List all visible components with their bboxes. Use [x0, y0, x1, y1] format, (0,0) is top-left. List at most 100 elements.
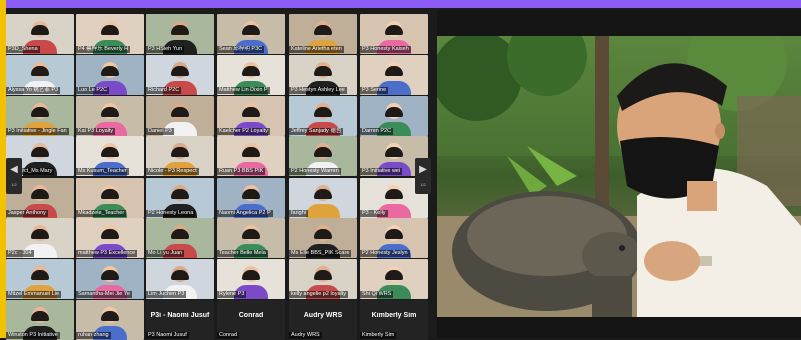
- participant-name-label: Daniel P3: [146, 128, 174, 135]
- gallery-view: P3D_Shena P4 蔡梓乐 Beverly H P3 HSieh Yun Sea…: [6, 10, 434, 340]
- participant-tile[interactable]: P3 Serine: [360, 55, 428, 95]
- participant-tile[interactable]: P3 HSieh Yun: [146, 14, 214, 54]
- participant-tile[interactable]: P2 Honesty Leona: [146, 178, 214, 218]
- tree-trunk: [595, 36, 609, 226]
- participant-name-label: Rylene P3: [217, 291, 247, 298]
- participant-tile[interactable]: Kai P3 Loyalty: [76, 96, 144, 136]
- participant-tile[interactable]: P3 Honesty Kaiseh: [360, 14, 428, 54]
- participant-tile[interactable]: Kimberly Sim Kimberly Sim: [360, 300, 428, 340]
- participant-hair: [171, 147, 189, 158]
- participant-tile[interactable]: Naomi Angelica P2 P: [217, 178, 285, 218]
- participant-hair: [171, 189, 189, 200]
- participant-name-label: P3 HSieh Yun: [146, 46, 185, 53]
- participant-name-label: Darren P2C: [360, 128, 394, 135]
- gallery-prev-button[interactable]: ◀ 1/2: [6, 158, 22, 194]
- participant-hair: [314, 147, 332, 158]
- speaker-header: [437, 10, 801, 36]
- participant-display-name: Audry WRS: [303, 312, 343, 319]
- participant-tile[interactable]: Alyssa Yo 姚艺菲 P3: [6, 55, 74, 95]
- participant-tile[interactable]: Kateline Arietha eten: [289, 14, 357, 54]
- participant-name-label: Matthew Lin Dixin P: [217, 87, 270, 94]
- participant-tile[interactable]: ruhan zhang: [76, 300, 144, 340]
- active-speaker-video[interactable]: [437, 36, 801, 317]
- participant-name-label: Shi Qi WRS: [360, 291, 394, 298]
- gallery-next-button[interactable]: ▶ 1/2: [415, 158, 431, 194]
- participant-tile[interactable]: P4 蔡梓乐 Beverly H: [76, 14, 144, 54]
- speaker-footer: [437, 317, 801, 338]
- participant-tile[interactable]: Rylene P3: [217, 259, 285, 299]
- participant-tile[interactable]: Mo Li yu Juan: [146, 218, 214, 258]
- participant-tile[interactable]: Luo Le P2C: [76, 55, 144, 95]
- participant-tile[interactable]: Mitzel Emmanuel Lie: [6, 259, 74, 299]
- participant-hair: [31, 229, 49, 240]
- participant-hair: [385, 229, 403, 240]
- participant-hair: [242, 107, 260, 118]
- participant-hair: [385, 66, 403, 77]
- participant-name-label: Kateline Arietha eten: [289, 46, 344, 53]
- participant-hair: [101, 270, 119, 281]
- participant-tile[interactable]: Mkadzele_Teacher: [76, 178, 144, 218]
- participant-hair: [31, 311, 49, 322]
- participant-hair: [242, 229, 260, 240]
- participant-tile[interactable]: P2 Honesty Warren: [289, 136, 357, 176]
- participant-tile[interactable]: Kaelcher P2 Loyalty: [217, 96, 285, 136]
- participant-name-label: Teacher Belle Mela: [217, 250, 268, 257]
- participant-tile[interactable]: matthew P3 Excellence: [76, 218, 144, 258]
- participant-tile[interactable]: fanghi: [289, 178, 357, 218]
- speaker-scene: [437, 36, 801, 317]
- gallery-page-label-right: 1/2: [420, 182, 426, 187]
- participant-hair: [31, 25, 49, 36]
- participant-hair: [242, 270, 260, 281]
- participant-tile[interactable]: P2c - 304: [6, 218, 74, 258]
- participant-tile[interactable]: Shi Qi WRS: [360, 259, 428, 299]
- participant-hair: [101, 147, 119, 158]
- participant-name-label: Ms Kusum_Teacher: [76, 168, 129, 175]
- participant-tile[interactable]: P3i - Naomi Jusuf P3 Naomi Jusuf: [146, 300, 214, 340]
- participant-tile[interactable]: Jeffrey Sanjady 德哲: [289, 96, 357, 136]
- participant-hair: [171, 66, 189, 77]
- participant-name-label: Luo Le P2C: [76, 87, 110, 94]
- participant-tile[interactable]: Audry WRS Audry WRS: [289, 300, 357, 340]
- participant-tile[interactable]: P2 Honesty Jeslyn: [360, 218, 428, 258]
- participant-name-label: P3 Honesty Kaiseh: [360, 46, 411, 53]
- participant-tile[interactable]: Daniel P3: [146, 96, 214, 136]
- participant-hair: [31, 189, 49, 200]
- participant-tile[interactable]: Winston P3 Initiative: [6, 300, 74, 340]
- participant-name-label: Kaelcher P2 Loyalty: [217, 128, 270, 135]
- participant-name-label: P3 Initiative wei: [360, 168, 403, 175]
- participant-tile[interactable]: Sean 邱梓明 P3C: [217, 14, 285, 54]
- participant-tile[interactable]: Matthew Lin Dixin P: [217, 55, 285, 95]
- participant-tile[interactable]: Ms Elle BBS_PIK Scare: [289, 218, 357, 258]
- participant-display-name: Kimberly Sim: [371, 312, 417, 319]
- participant-tile[interactable]: Samantha-Mei Jie Ye: [76, 259, 144, 299]
- participant-hair: [101, 311, 119, 322]
- participant-hair: [242, 189, 260, 200]
- participant-name-label: Ms Elle BBS_PIK Scare: [289, 250, 352, 257]
- participant-hair: [101, 25, 119, 36]
- chevron-left-icon: ◀: [10, 164, 18, 175]
- participant-tile[interactable]: Conrad Conrad: [217, 300, 285, 340]
- participant-hair: [242, 66, 260, 77]
- participant-tile[interactable]: kelly angelie p2 loyalty: [289, 259, 357, 299]
- participant-hair: [171, 270, 189, 281]
- participant-tile[interactable]: Ms Kusum_Teacher: [76, 136, 144, 176]
- participant-tile[interactable]: P3 Hestyn Ashley Lee: [289, 55, 357, 95]
- participant-name-label: P3 - Kelly: [360, 210, 388, 217]
- participant-tile[interactable]: Lim Juchen P3: [146, 259, 214, 299]
- participant-tile[interactable]: Teacher Belle Mela: [217, 218, 285, 258]
- participant-tile[interactable]: P3 Initiative - Jingle Fan: [6, 96, 74, 136]
- participant-hair: [242, 147, 260, 158]
- participant-name-label: Samantha-Mei Jie Ye: [76, 291, 132, 298]
- participant-name-label: Alyssa Yo 姚艺菲 P3: [6, 87, 61, 94]
- participant-hair: [101, 229, 119, 240]
- participant-tile[interactable]: Darren P2C: [360, 96, 428, 136]
- participant-tile[interactable]: P3D_Shena: [6, 14, 74, 54]
- participant-tile[interactable]: Nicole - P3 Respect: [146, 136, 214, 176]
- participant-name-label: Jasper Anthony: [6, 210, 48, 217]
- participant-tile[interactable]: Richard P2C: [146, 55, 214, 95]
- participant-hair: [171, 25, 189, 36]
- participant-hair: [385, 147, 403, 158]
- participant-name-label: Mitzel Emmanuel Lie: [6, 291, 62, 298]
- participant-tile[interactable]: Ruan P3 BBS PIK: [217, 136, 285, 176]
- participant-name-label: fanghi: [289, 210, 308, 217]
